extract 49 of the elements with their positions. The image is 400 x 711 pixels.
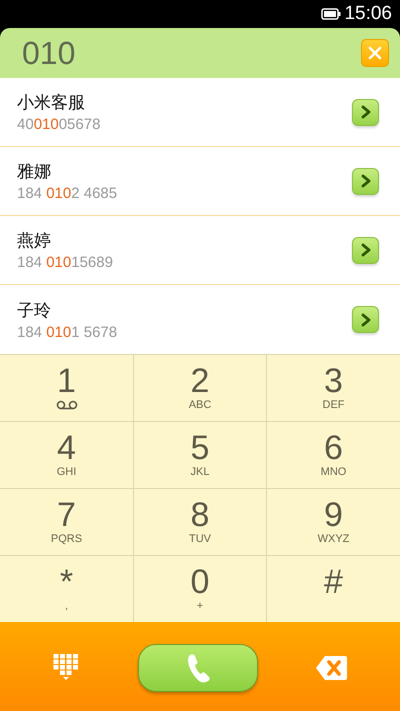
chevron-right-icon — [360, 174, 370, 188]
key-digit[interactable]: 0 — [190, 565, 210, 599]
phone-number: 184 01015689 — [17, 254, 113, 271]
key-letters: + — [196, 599, 204, 613]
key-digit[interactable]: 3 — [324, 364, 343, 398]
chevron-right-icon — [360, 312, 370, 326]
key-letters: , — [64, 599, 68, 613]
details-button[interactable] — [352, 168, 379, 194]
contact-name: 子玲 — [17, 300, 52, 322]
key-letters: WXYZ — [318, 532, 350, 546]
phone-number: 184 0101 5678 — [17, 324, 118, 340]
phone-number: 184 0102 4685 — [17, 185, 118, 202]
phone-number: 4001005678 — [17, 116, 100, 133]
battery-icon — [321, 8, 342, 20]
contact-name: 燕婷 — [17, 230, 52, 252]
voicemail-icon — [56, 398, 78, 412]
details-button[interactable] — [352, 236, 379, 264]
key-letters: TUV — [189, 532, 211, 546]
key-letters: JKL — [190, 465, 210, 479]
contact-row[interactable]: 燕婷 184 01015689 — [0, 216, 400, 285]
key-letters: DEF — [322, 398, 344, 412]
key-letters: MNO — [320, 465, 346, 479]
call-button[interactable] — [138, 644, 258, 692]
contact-row[interactable]: 雅娜 184 0102 4685 — [0, 147, 400, 216]
key-digit[interactable]: 5 — [190, 431, 210, 465]
key-letters: PQRS — [50, 532, 82, 546]
details-button[interactable] — [352, 98, 379, 126]
key-digit[interactable]: 4 — [57, 431, 76, 465]
details-button[interactable] — [352, 306, 379, 333]
clock-time: 15:06 — [344, 3, 392, 25]
key-digit[interactable]: 9 — [324, 498, 343, 532]
chevron-right-icon — [360, 243, 370, 257]
contact-name: 小米客服 — [17, 92, 86, 114]
keypad-toggle-icon[interactable] — [53, 654, 79, 682]
chevron-right-icon — [360, 105, 370, 119]
key-digit[interactable]: 2 — [190, 364, 210, 398]
dialed-number[interactable]: 010 — [22, 34, 76, 72]
contact-row[interactable]: 子玲 184 0101 5678 — [0, 285, 400, 354]
close-icon — [368, 46, 382, 60]
key-letters: GHI — [56, 465, 76, 479]
key-letters: ABC — [188, 398, 212, 412]
key-digit[interactable]: 6 — [324, 431, 343, 465]
contact-name: 雅娜 — [17, 161, 52, 183]
key-digit[interactable]: * — [60, 565, 74, 599]
key-digit[interactable]: # — [324, 565, 343, 599]
key-digit[interactable]: 8 — [190, 498, 210, 532]
contact-row[interactable]: 小米客服 4001005678 — [0, 78, 400, 147]
key-digit[interactable]: 7 — [57, 498, 76, 532]
key-digit[interactable]: 1 — [57, 364, 76, 398]
